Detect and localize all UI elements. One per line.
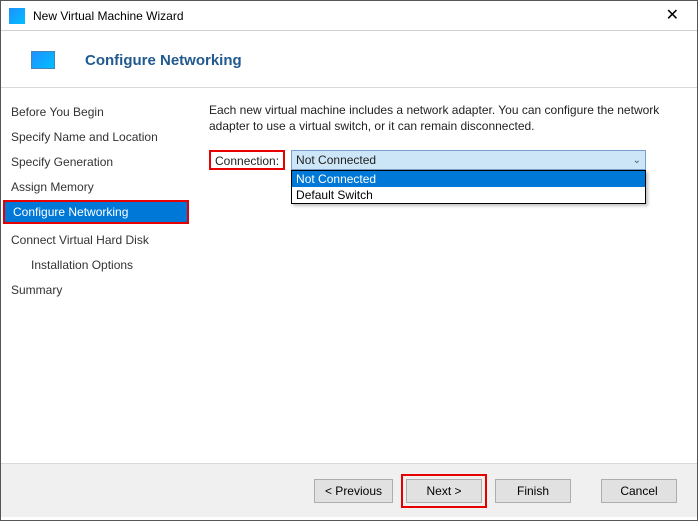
wizard-steps-sidebar: Before You Begin Specify Name and Locati… xyxy=(1,88,191,463)
step-installation-options[interactable]: Installation Options xyxy=(1,253,191,277)
previous-button[interactable]: < Previous xyxy=(314,479,393,503)
titlebar: New Virtual Machine Wizard ✕ xyxy=(1,1,697,31)
window-title: New Virtual Machine Wizard xyxy=(33,9,656,23)
close-icon[interactable]: ✕ xyxy=(656,2,689,30)
connection-dropdown-list: Not Connected Default Switch xyxy=(291,170,646,204)
connection-label: Connection: xyxy=(209,150,285,170)
connection-combo-wrap: Not Connected ⌄ Not Connected Default Sw… xyxy=(291,150,646,170)
step-assign-memory[interactable]: Assign Memory xyxy=(1,175,191,199)
wizard-body: Before You Begin Specify Name and Locati… xyxy=(1,88,697,463)
connection-option-not-connected[interactable]: Not Connected xyxy=(292,171,645,187)
wizard-footer: < Previous Next > Finish Cancel xyxy=(1,463,697,517)
step-specify-generation[interactable]: Specify Generation xyxy=(1,150,191,174)
step-summary[interactable]: Summary xyxy=(1,278,191,302)
step-connect-vhd[interactable]: Connect Virtual Hard Disk xyxy=(1,228,191,252)
connection-option-default-switch[interactable]: Default Switch xyxy=(292,187,645,203)
step-specify-name-location[interactable]: Specify Name and Location xyxy=(1,125,191,149)
app-icon xyxy=(9,8,25,24)
wizard-content: Each new virtual machine includes a netw… xyxy=(191,88,697,463)
connection-row: Connection: Not Connected ⌄ Not Connecte… xyxy=(209,150,679,170)
description-text: Each new virtual machine includes a netw… xyxy=(209,102,679,134)
wizard-header: Configure Networking xyxy=(1,31,697,88)
step-configure-networking[interactable]: Configure Networking xyxy=(3,200,189,224)
chevron-down-icon: ⌄ xyxy=(633,155,641,166)
connection-dropdown[interactable]: Not Connected ⌄ xyxy=(291,150,646,170)
cancel-button[interactable]: Cancel xyxy=(601,479,677,503)
next-button[interactable]: Next > xyxy=(406,479,482,503)
page-title: Configure Networking xyxy=(85,52,242,69)
step-before-you-begin[interactable]: Before You Begin xyxy=(1,100,191,124)
finish-button[interactable]: Finish xyxy=(495,479,571,503)
connection-selected-value: Not Connected xyxy=(296,153,376,167)
wizard-logo-icon xyxy=(31,51,55,69)
next-button-highlight: Next > xyxy=(401,474,487,508)
